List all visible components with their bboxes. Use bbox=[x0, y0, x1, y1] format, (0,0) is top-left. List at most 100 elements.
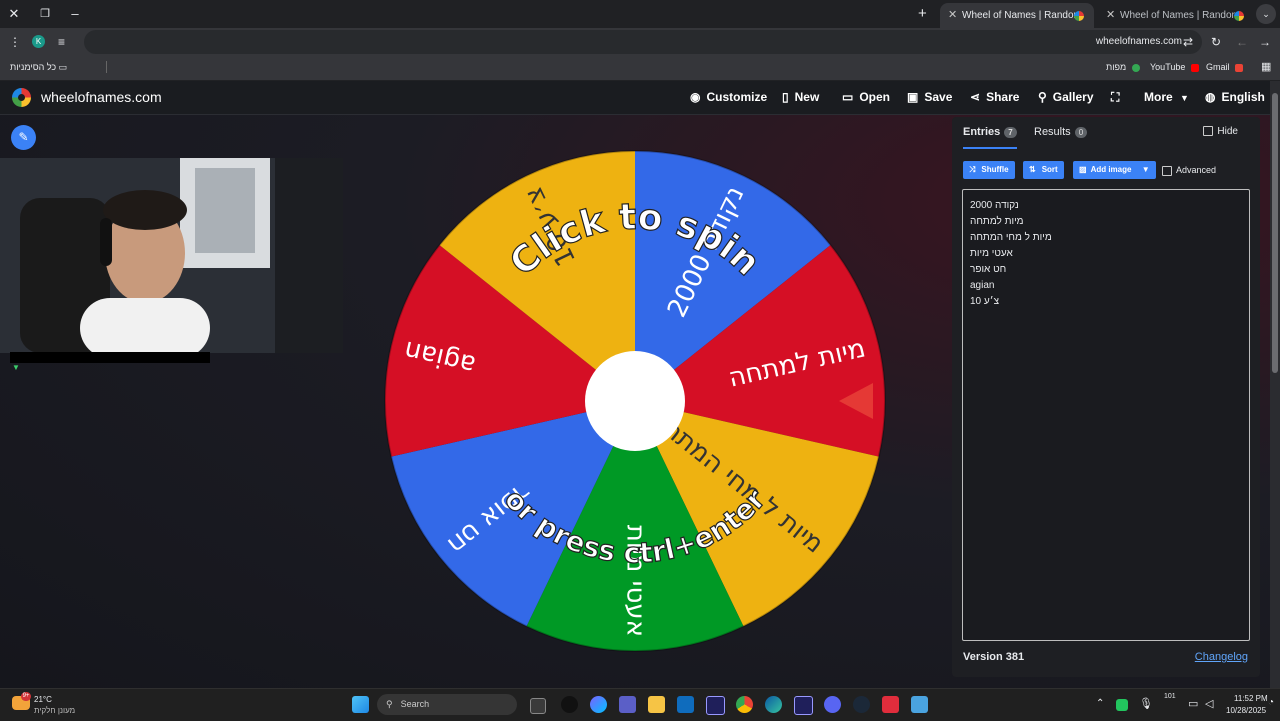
all-bookmarks-link[interactable]: כל הסימניות ▭ bbox=[10, 56, 67, 78]
tray-app-icon[interactable] bbox=[1116, 699, 1128, 711]
fullscreen-button[interactable]: ⛶ bbox=[1111, 81, 1125, 114]
site-settings-icon[interactable]: ⇄ bbox=[1183, 34, 1193, 50]
shuffle-icon: ⤨ bbox=[969, 165, 976, 174]
bookmark-maps[interactable]: מפות bbox=[1106, 56, 1140, 78]
discord-icon[interactable] bbox=[824, 696, 841, 713]
version-text: Version 381 bbox=[963, 651, 1025, 663]
tab-results-label: Results bbox=[1034, 126, 1071, 138]
wheel-favicon-icon bbox=[1074, 11, 1084, 21]
maps-pin-icon bbox=[1131, 63, 1140, 72]
tab-results[interactable]: Results 0 bbox=[1034, 117, 1088, 147]
new-tab-icon[interactable]: + bbox=[918, 5, 927, 22]
hide-label: Hide bbox=[1217, 126, 1238, 137]
changelog-link[interactable]: Changelog bbox=[1195, 651, 1248, 663]
minimize-window-icon[interactable]: – bbox=[67, 6, 83, 22]
reload-icon[interactable]: ↻ bbox=[1211, 34, 1221, 50]
browser-tab-active[interactable]: ✕ Wheel of Names | Random nam bbox=[940, 3, 1094, 28]
microphone-icon[interactable]: 🎙 bbox=[1139, 697, 1153, 710]
file-explorer-icon[interactable] bbox=[648, 696, 665, 713]
steam-icon[interactable] bbox=[853, 696, 870, 713]
close-tab-icon[interactable]: ✕ bbox=[1106, 3, 1115, 28]
checkbox-icon[interactable] bbox=[1203, 126, 1214, 137]
bookmark-youtube-label: YouTube bbox=[1150, 62, 1186, 72]
browser-tab[interactable]: ✕ Wheel of Names | Random nam bbox=[1098, 3, 1254, 28]
bookmark-youtube[interactable]: YouTube bbox=[1150, 56, 1199, 78]
address-bar[interactable]: wheelofnames.com bbox=[84, 30, 1202, 54]
network-icon[interactable]: ▭ bbox=[1188, 697, 1198, 710]
scrollbar-thumb[interactable] bbox=[1272, 93, 1278, 373]
notification-count[interactable]: 101 bbox=[1164, 693, 1176, 700]
profile-avatar[interactable]: K bbox=[32, 35, 45, 48]
open-label: Open bbox=[859, 90, 891, 104]
task-view-icon[interactable] bbox=[530, 698, 546, 714]
customize-button[interactable]: ◉ Customize bbox=[690, 81, 767, 114]
close-window-icon[interactable]: ✕ bbox=[6, 6, 22, 22]
save-button[interactable]: ▣ Save bbox=[907, 81, 952, 114]
wheel-graphic[interactable]: נקודה 2000מיות למתחהמיות ל מחי המתחהאעטי… bbox=[383, 149, 887, 653]
windows-taskbar: 9+ 21°C מעונן חלקית ⚲ Search ⌃ 🎙 101 ▭ ◁ … bbox=[0, 688, 1280, 721]
menu-kebab-icon[interactable]: ⋮ bbox=[9, 34, 21, 50]
tray-chevron-icon[interactable]: ⌃ bbox=[1096, 698, 1104, 709]
add-image-button[interactable]: ▨ Add image ▼ bbox=[1073, 161, 1156, 179]
volume-icon[interactable]: ◁ bbox=[1205, 697, 1213, 710]
close-tab-icon[interactable]: ✕ bbox=[948, 3, 957, 28]
entries-textarea[interactable]: נקודה 2000 מיות למתחה מיות ל מחי המתחה א… bbox=[962, 189, 1250, 641]
weather-desc: מעונן חלקית bbox=[34, 706, 76, 715]
entry-line: 10 צ׳ע bbox=[970, 296, 1000, 307]
restore-window-icon[interactable]: ❐ bbox=[37, 6, 53, 22]
clock-time[interactable]: 11:52 PM bbox=[1234, 694, 1268, 703]
app-blue-icon[interactable] bbox=[911, 696, 928, 713]
advanced-checkbox[interactable]: Advanced bbox=[1162, 161, 1216, 179]
apps-grid-icon[interactable]: ▦ bbox=[1261, 56, 1271, 78]
chrome-icon[interactable] bbox=[736, 696, 753, 713]
shuffle-button[interactable]: ⤨ Shuffle bbox=[963, 161, 1015, 179]
new-label: New bbox=[794, 90, 820, 104]
sort-button[interactable]: ⇅ Sort bbox=[1023, 161, 1064, 179]
back-arrow-icon[interactable]: ← bbox=[1236, 34, 1248, 50]
tab-entries[interactable]: Entries 7 bbox=[963, 117, 1017, 149]
share-label: Share bbox=[986, 90, 1020, 104]
more-button[interactable]: More ▼ bbox=[1144, 81, 1189, 115]
bookmark-gmail[interactable]: Gmail bbox=[1206, 56, 1244, 78]
app-red-icon[interactable] bbox=[882, 696, 899, 713]
app-icon[interactable] bbox=[561, 696, 578, 713]
search-label: Search bbox=[400, 699, 430, 709]
edge-icon[interactable] bbox=[765, 696, 782, 713]
url-text: wheelofnames.com bbox=[1095, 36, 1182, 47]
copilot-icon[interactable] bbox=[590, 696, 607, 713]
wheel[interactable]: נקודה 2000 מיות למתחה מיות ל מחי המתחה אעטי… bbox=[383, 149, 887, 653]
site-name[interactable]: wheelofnames.com bbox=[41, 81, 162, 114]
wheel-center-hub[interactable] bbox=[585, 351, 685, 451]
gallery-button[interactable]: ⚲ Gallery bbox=[1038, 81, 1094, 114]
checkbox-icon[interactable] bbox=[1162, 165, 1172, 176]
taskbar-search[interactable]: ⚲ Search bbox=[377, 694, 517, 715]
weather-badge: 9+ bbox=[21, 692, 31, 701]
share-button[interactable]: ⋖ Share bbox=[970, 81, 1019, 114]
site-logo-icon[interactable] bbox=[12, 88, 31, 107]
save-label: Save bbox=[924, 90, 953, 104]
notification-bell-icon[interactable]: ◔ bbox=[1268, 697, 1274, 708]
tab-groups-icon[interactable]: ≡ bbox=[58, 34, 65, 50]
open-button[interactable]: ▭ Open bbox=[842, 81, 890, 114]
tab-search-chevron-icon[interactable]: ⌄ bbox=[1256, 4, 1276, 24]
more-label: More bbox=[1144, 90, 1173, 104]
premiere-icon[interactable] bbox=[794, 696, 813, 715]
new-button[interactable]: ▯ New bbox=[782, 81, 819, 114]
save-disk-icon: ▣ bbox=[907, 90, 919, 104]
store-icon[interactable] bbox=[677, 696, 694, 713]
advanced-label: Advanced bbox=[1176, 165, 1217, 175]
after-effects-icon[interactable] bbox=[706, 696, 725, 715]
forward-arrow-icon[interactable]: → bbox=[1259, 34, 1271, 50]
folder-open-icon: ▭ bbox=[842, 90, 854, 104]
edit-pencil-icon[interactable]: ✎ bbox=[11, 125, 36, 150]
bookmark-maps-label: מפות bbox=[1106, 62, 1127, 72]
entry-line: מיות למתחה bbox=[970, 216, 1024, 227]
language-button[interactable]: ◍ English bbox=[1205, 81, 1265, 114]
start-windows-icon[interactable] bbox=[352, 696, 369, 713]
teams-icon[interactable] bbox=[619, 696, 636, 713]
hide-checkbox[interactable]: Hide bbox=[1203, 117, 1238, 147]
customize-label: Customize bbox=[706, 90, 768, 104]
bookmark-gmail-label: Gmail bbox=[1206, 62, 1230, 72]
clock-date[interactable]: 10/28/2025 bbox=[1226, 706, 1266, 715]
page-scrollbar[interactable] bbox=[1270, 81, 1280, 688]
